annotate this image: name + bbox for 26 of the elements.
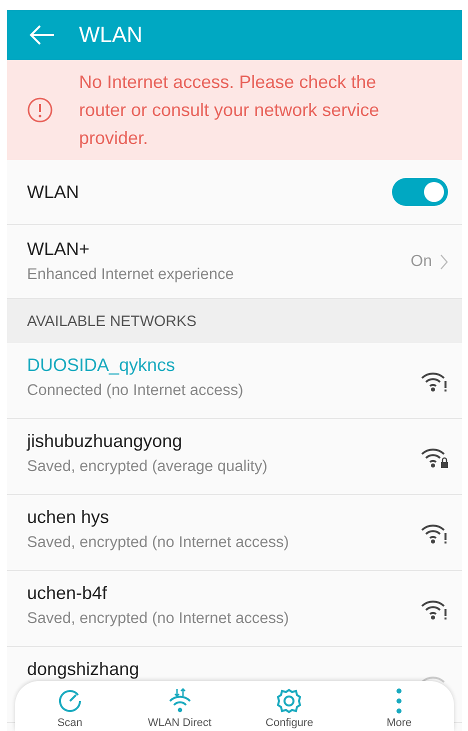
setting-value: On — [410, 252, 432, 270]
network-status: Saved, encrypted (average quality) — [27, 458, 268, 476]
setting-subtitle: Enhanced Internet experience — [27, 266, 234, 284]
setting-label: WLAN+ — [27, 239, 91, 260]
network-name: dongshizhang — [27, 659, 140, 680]
section-header: AVAILABLE NETWORKS — [7, 299, 462, 343]
network-status: Saved, encrypted (no Internet access) — [27, 610, 289, 628]
alert-message: No Internet access. Please check the router or consult your network service provider. — [79, 71, 380, 150]
back-icon[interactable] — [29, 25, 55, 45]
more-button[interactable]: More — [354, 687, 444, 729]
network-name: DUOSIDA_qykncs — [27, 355, 176, 376]
network-name: jishubuzhuangyong — [27, 431, 184, 452]
setting-label: WLAN — [27, 182, 80, 202]
network-status: Connected (no Internet access) — [27, 382, 244, 400]
settings-icon — [275, 687, 304, 715]
network-name: uchen hys — [27, 507, 110, 528]
screen-title: WLAN — [79, 22, 143, 48]
settings-button[interactable]: Configure — [244, 687, 334, 729]
refresh-button[interactable]: Scan — [24, 687, 115, 729]
chevron-icon — [440, 254, 448, 270]
network-status: Saved, encrypted (no Internet access) — [27, 534, 289, 552]
wifi-direct-button[interactable]: WLAN Direct — [134, 687, 225, 729]
warning-icon — [27, 97, 53, 123]
network-name: uchen-b4f — [27, 583, 108, 604]
more-icon — [396, 687, 402, 715]
toggle-switch[interactable] — [392, 178, 448, 206]
